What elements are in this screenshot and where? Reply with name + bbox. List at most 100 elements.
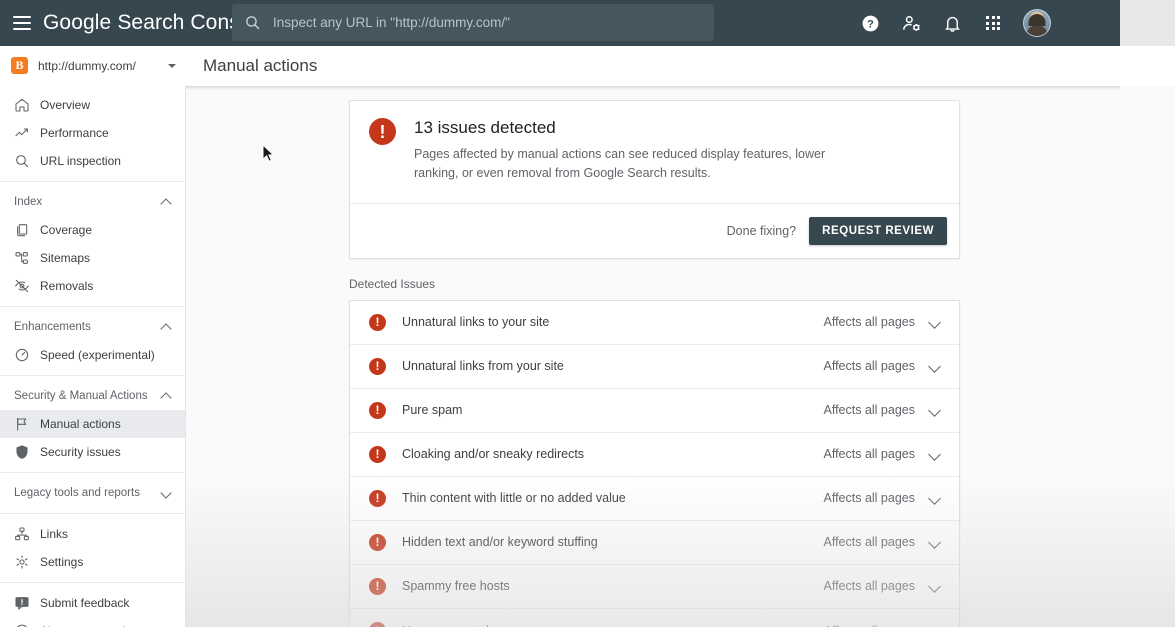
- sidebar-item-overview[interactable]: Overview: [0, 91, 185, 119]
- sitemap-icon: [13, 250, 31, 266]
- sidebar-item-submit-feedback[interactable]: Submit feedback: [0, 589, 185, 617]
- issue-row[interactable]: ! Unnatural links to your siteAffects all…: [350, 301, 959, 345]
- issue-row[interactable]: ! Pure spamAffects all pages: [350, 389, 959, 433]
- sidebar-item-url-inspection[interactable]: URL inspection: [0, 147, 185, 175]
- chevron-down-icon[interactable]: [921, 449, 947, 460]
- issue-row[interactable]: !Hidden text and/or keyword stuffingAffe…: [350, 521, 959, 565]
- sidebar-section-label: Security & Manual Actions: [14, 390, 148, 402]
- chevron-up-icon[interactable]: [162, 198, 171, 207]
- chevron-down-icon[interactable]: [921, 537, 947, 548]
- account-settings-icon[interactable]: [900, 12, 922, 34]
- chevron-up-icon[interactable]: [162, 323, 171, 332]
- sidebar-item-manual-actions[interactable]: Manual actions: [0, 410, 185, 438]
- sidebar-item-security-issues[interactable]: Security issues: [0, 438, 185, 466]
- chevron-up-icon[interactable]: [162, 392, 171, 401]
- sidebar-group-4: Legacy tools and reports: [0, 472, 185, 513]
- issue-title: Pure spam: [402, 403, 824, 417]
- sidebar-item-label: Links: [40, 527, 68, 541]
- search-input[interactable]: Inspect any URL in "http://dummy.com/": [232, 4, 714, 41]
- error-exclamation-icon: !: [369, 490, 386, 507]
- eye-off-icon: [13, 278, 31, 294]
- sidebar-item-label: Overview: [40, 98, 90, 112]
- sidebar-navigation[interactable]: Overview Performance URL inspection Index Co…: [0, 85, 186, 627]
- issue-affects-label: Affects all pages: [824, 315, 916, 329]
- detected-issues-list: !Unnatural links to your siteAffects all…: [349, 300, 960, 627]
- sidebar-group-1: Index Coverage Sitemaps Removals: [0, 181, 185, 306]
- sidebar-item-label: Submit feedback: [40, 596, 129, 610]
- hamburger-menu-icon[interactable]: [13, 16, 31, 30]
- flag-icon: [13, 416, 31, 432]
- detected-issues-label: Detected Issues: [349, 277, 1175, 291]
- issue-affects-label: Affects all pages: [824, 403, 916, 417]
- sidebar-section-label: Enhancements: [14, 321, 91, 333]
- sidebar-item-about-new-version[interactable]: About new version: [0, 617, 185, 627]
- issues-summary-card: ! 13 issues detected Pages affected by m…: [349, 100, 960, 259]
- issue-row[interactable]: !Unnatural links from your siteAffects a…: [350, 345, 959, 389]
- issue-title: Spammy free hosts: [402, 579, 824, 593]
- sidebar-group-3: Security & Manual Actions Manual actions S…: [0, 375, 185, 472]
- error-exclamation-icon: !: [369, 578, 386, 595]
- sidebar-item-label: Speed (experimental): [40, 348, 155, 362]
- shield-icon: [13, 444, 31, 460]
- error-exclamation-icon: !: [369, 358, 386, 375]
- chevron-down-icon[interactable]: [921, 405, 947, 416]
- issue-row[interactable]: !Cloaking and/or sneaky redirectsAffects…: [350, 433, 959, 477]
- issue-row[interactable]: !Thin content with little or no added va…: [350, 477, 959, 521]
- info-icon: [13, 623, 31, 627]
- error-exclamation-icon: !: [369, 402, 386, 419]
- sidebar-item-label: Manual actions: [40, 417, 121, 431]
- brand-google-text: Google: [43, 11, 111, 35]
- issue-title: Cloaking and/or sneaky redirects: [402, 447, 824, 461]
- feedback-icon: [13, 595, 31, 611]
- chevron-down-icon[interactable]: [162, 489, 171, 498]
- sidebar-item-removals[interactable]: Removals: [0, 272, 185, 300]
- summary-footer: Done fixing? Request review: [350, 203, 959, 258]
- chevron-down-icon[interactable]: [921, 493, 947, 504]
- sidebar-item-label: Settings: [40, 555, 83, 569]
- sidebar-item-links[interactable]: Links: [0, 520, 185, 548]
- error-exclamation-icon: !: [369, 118, 396, 145]
- sidebar-group-6: Submit feedback About new version: [0, 582, 185, 627]
- sidebar-section-legacy-tools-and-reports[interactable]: Legacy tools and reports: [0, 479, 185, 507]
- issue-affects-label: Affects all pages: [824, 491, 916, 505]
- sidebar-item-label: URL inspection: [40, 154, 121, 168]
- issue-affects-label: Affects all pages: [824, 359, 916, 373]
- home-icon: [13, 97, 31, 113]
- page-title: Manual actions: [203, 56, 317, 76]
- sidebar-item-label: Sitemaps: [40, 251, 90, 265]
- chevron-down-icon[interactable]: [921, 581, 947, 592]
- sidebar-item-sitemaps[interactable]: Sitemaps: [0, 244, 185, 272]
- sidebar-group-5: Links Settings: [0, 513, 185, 582]
- chevron-down-icon[interactable]: [921, 361, 947, 372]
- request-review-button[interactable]: Request review: [809, 217, 947, 245]
- search-placeholder-text: Inspect any URL in "http://dummy.com/": [273, 15, 510, 30]
- sidebar-item-performance[interactable]: Performance: [0, 119, 185, 147]
- topbar-action-icons: ?: [859, 0, 1065, 46]
- sidebar-section-security-manual-actions[interactable]: Security & Manual Actions: [0, 382, 185, 410]
- sidebar-item-settings[interactable]: Settings: [0, 548, 185, 576]
- sidebar-item-speed-experimental[interactable]: Speed (experimental): [0, 341, 185, 369]
- notifications-bell-icon[interactable]: [941, 12, 963, 34]
- sidebar-section-index[interactable]: Index: [0, 188, 185, 216]
- trend-line-icon: [13, 125, 31, 141]
- chevron-down-icon[interactable]: [921, 317, 947, 328]
- sidebar-group-2: Enhancements Speed (experimental): [0, 306, 185, 375]
- issue-title: Hidden text and/or keyword stuffing: [402, 535, 824, 549]
- user-avatar[interactable]: [1023, 9, 1051, 37]
- summary-body: ! 13 issues detected Pages affected by m…: [350, 101, 959, 203]
- sidebar-group-0: Overview Performance URL inspection: [0, 85, 185, 181]
- caret-down-icon[interactable]: [168, 64, 176, 68]
- sidebar-item-coverage[interactable]: Coverage: [0, 216, 185, 244]
- error-exclamation-icon: !: [369, 314, 386, 331]
- summary-description: Pages affected by manual actions can see…: [414, 145, 834, 184]
- issue-row[interactable]: !Spammy free hostsAffects all pages: [350, 565, 959, 609]
- help-icon[interactable]: ?: [859, 12, 881, 34]
- gear-icon: [13, 554, 31, 570]
- sidebar-section-label: Index: [14, 196, 42, 208]
- issue-title: Unnatural links to your site: [402, 315, 824, 329]
- sidebar-section-enhancements[interactable]: Enhancements: [0, 313, 185, 341]
- apps-grid-icon[interactable]: [982, 12, 1004, 34]
- property-selector[interactable]: B http://dummy.com/: [0, 46, 186, 85]
- speedometer-icon: [13, 347, 31, 363]
- issue-row[interactable]: !User-generated spamAffects all pages: [350, 609, 959, 627]
